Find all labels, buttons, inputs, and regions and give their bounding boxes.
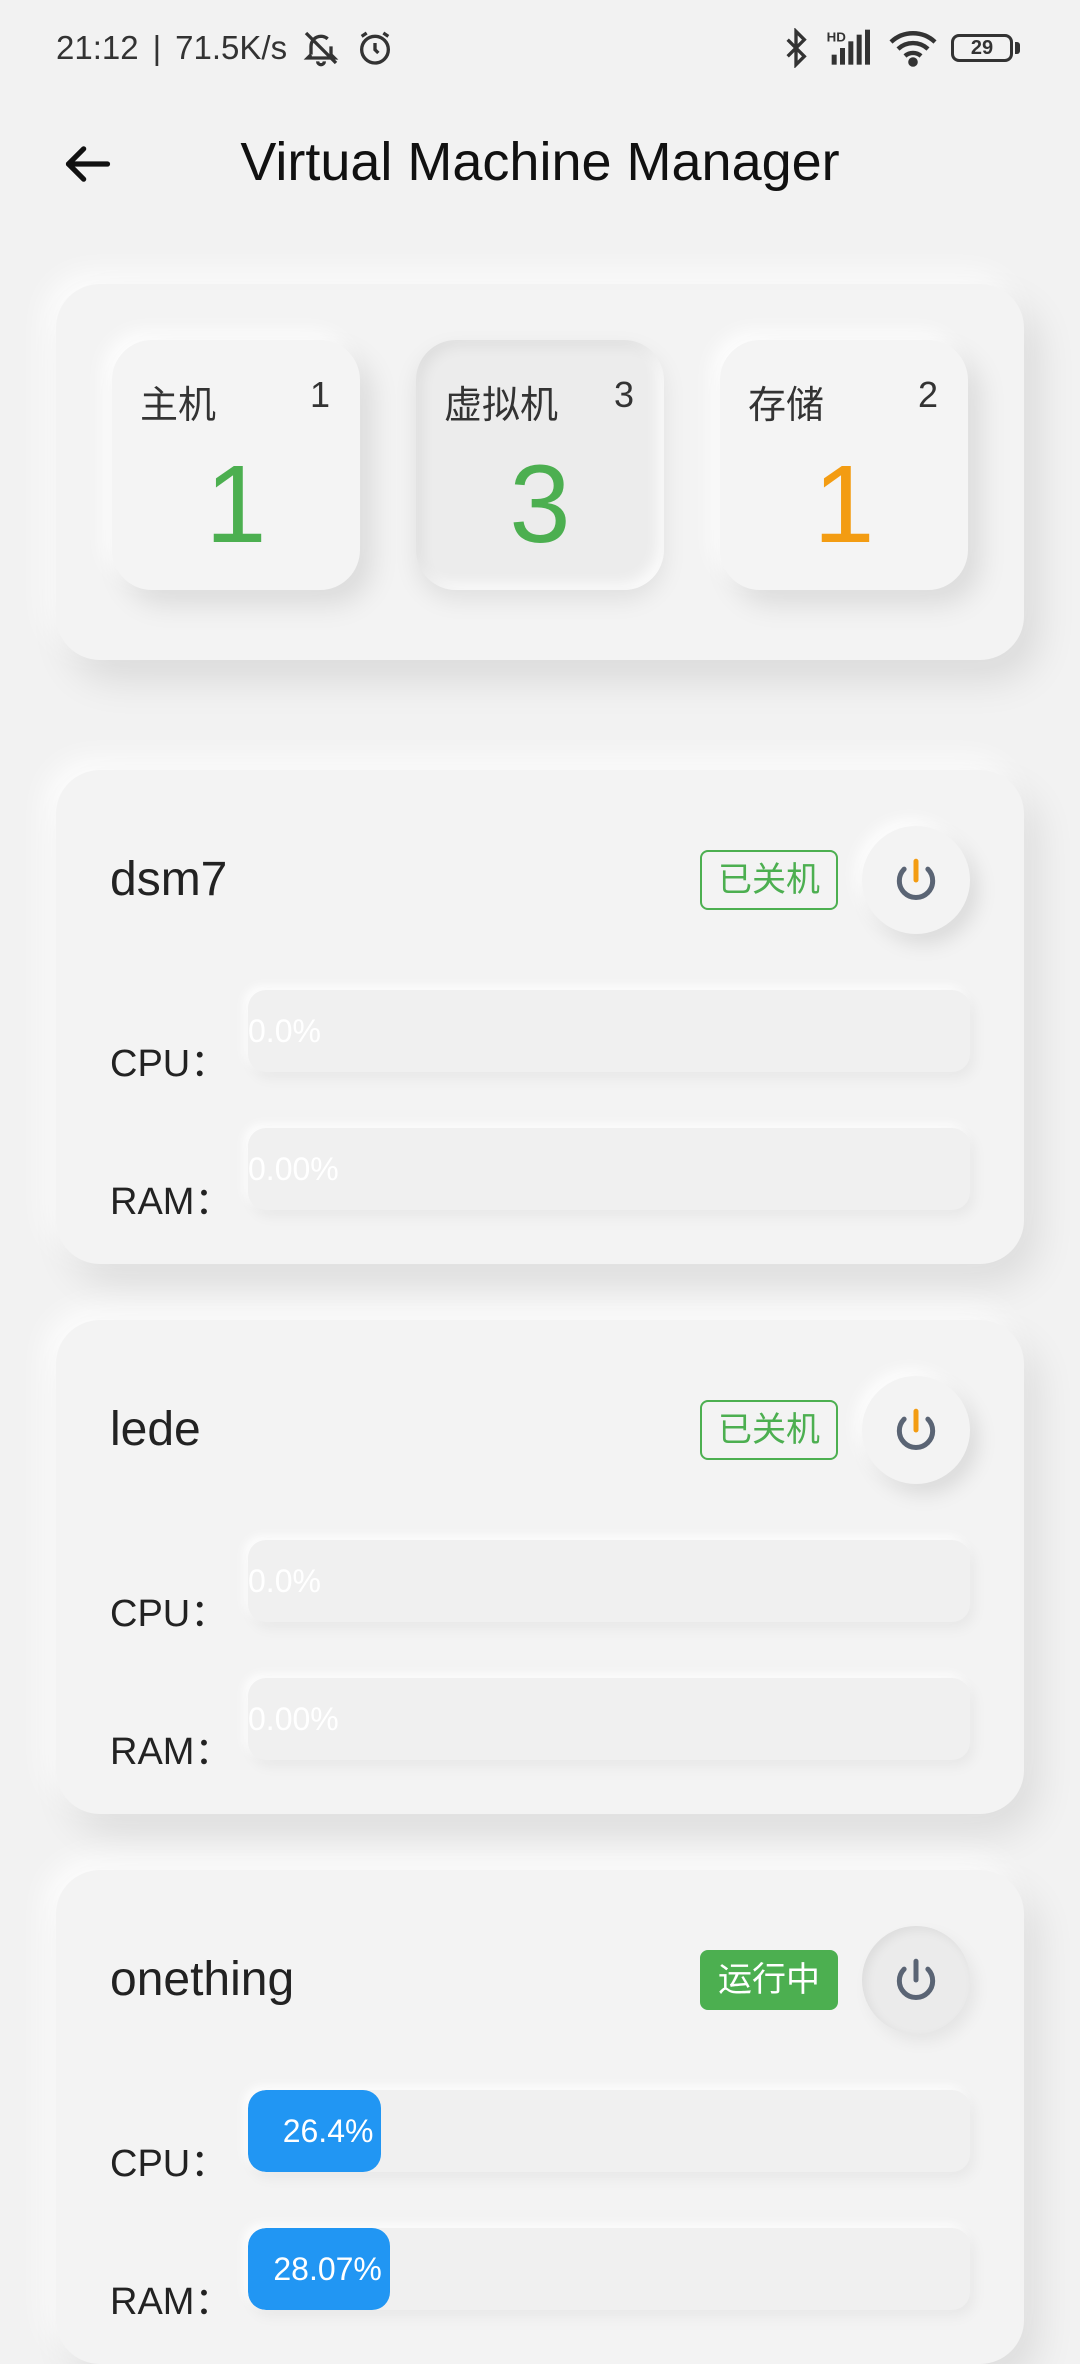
power-icon	[896, 858, 936, 901]
back-button[interactable]	[50, 126, 126, 202]
ram-progress-text: 0.00%	[248, 1701, 339, 1737]
page-title: Virtual Machine Manager	[240, 132, 840, 192]
ram-progress-text: 28.07%	[273, 2251, 382, 2287]
stat-card-storage[interactable]: 存储 2 1	[720, 340, 968, 590]
cpu-label: CPU：	[110, 1593, 229, 1635]
stat-card-hosts[interactable]: 主机 1 1	[112, 340, 360, 590]
alarm-icon	[355, 28, 395, 68]
power-button[interactable]	[862, 1926, 970, 2034]
network-speed: 71.5K/s	[175, 29, 288, 66]
vm-name: dsm7	[110, 853, 228, 906]
status-bar-right: HD 29	[781, 28, 1020, 68]
power-icon	[896, 1408, 936, 1451]
stat-value: 3	[509, 443, 571, 566]
arrow-left-icon	[65, 146, 111, 182]
signal-icon: HD	[825, 28, 875, 68]
summary-panel: 主机 1 1 虚拟机 3 3 存储 2 1	[56, 284, 1024, 660]
ram-progress-text: 0.00%	[248, 1151, 339, 1187]
battery-icon: 29	[951, 34, 1020, 62]
vm-card: onething 运行中 CPU： 26.4% RAM： 28.07%	[56, 1870, 1024, 2364]
bluetooth-icon	[781, 28, 811, 68]
vm-card: dsm7 已关机 CPU： 0.0% RAM： 0.00%	[56, 770, 1024, 1264]
stat-label: 虚拟机	[444, 385, 559, 427]
stat-label: 主机	[140, 385, 217, 427]
ram-progress-bar: 0.00%	[248, 1678, 970, 1760]
ram-label: RAM：	[110, 2281, 233, 2323]
ram-label: RAM：	[110, 1181, 233, 1223]
ram-label: RAM：	[110, 1731, 233, 1773]
vm-name: lede	[110, 1403, 201, 1456]
cpu-progress-bar: 26.4%	[248, 2090, 970, 2172]
ram-progress-bar: 0.00%	[248, 1128, 970, 1210]
ram-progress-bar: 28.07%	[248, 2228, 970, 2310]
battery-level: 29	[951, 34, 1013, 62]
app-header: Virtual Machine Manager	[0, 96, 1080, 228]
cpu-label: CPU：	[110, 2143, 229, 2185]
stat-card-vms[interactable]: 虚拟机 3 3	[416, 340, 664, 590]
cpu-progress-text: 0.0%	[248, 1013, 321, 1049]
vm-status-badge: 已关机	[700, 850, 838, 910]
vm-status-badge: 已关机	[700, 1400, 838, 1460]
stat-total: 1	[309, 374, 330, 415]
stat-total: 2	[917, 374, 938, 415]
vm-name: onething	[110, 1953, 295, 2006]
cpu-progress-bar: 0.0%	[248, 990, 970, 1072]
power-button[interactable]	[862, 1376, 970, 1484]
vm-card: lede 已关机 CPU： 0.0% RAM： 0.00%	[56, 1320, 1024, 1814]
stat-total: 3	[613, 374, 634, 415]
vm-status-badge: 运行中	[700, 1950, 838, 2010]
bell-muted-icon	[301, 28, 341, 68]
power-icon	[896, 1958, 936, 2001]
stat-label: 存储	[748, 385, 825, 427]
power-button[interactable]	[862, 826, 970, 934]
status-bar-left: 21:12 | 71.5K/s	[56, 28, 395, 68]
stat-value: 1	[205, 443, 267, 566]
status-bar: 21:12 | 71.5K/s HD 29	[0, 0, 1080, 96]
status-separator: |	[152, 29, 162, 66]
stat-value: 1	[813, 443, 875, 566]
status-time: 21:12	[56, 29, 139, 66]
signal-hd-label: HD	[827, 29, 847, 44]
cpu-label: CPU：	[110, 1043, 229, 1085]
cpu-progress-bar: 0.0%	[248, 1540, 970, 1622]
wifi-icon	[889, 28, 937, 68]
cpu-progress-text: 26.4%	[282, 2113, 374, 2149]
cpu-progress-text: 0.0%	[248, 1563, 321, 1599]
